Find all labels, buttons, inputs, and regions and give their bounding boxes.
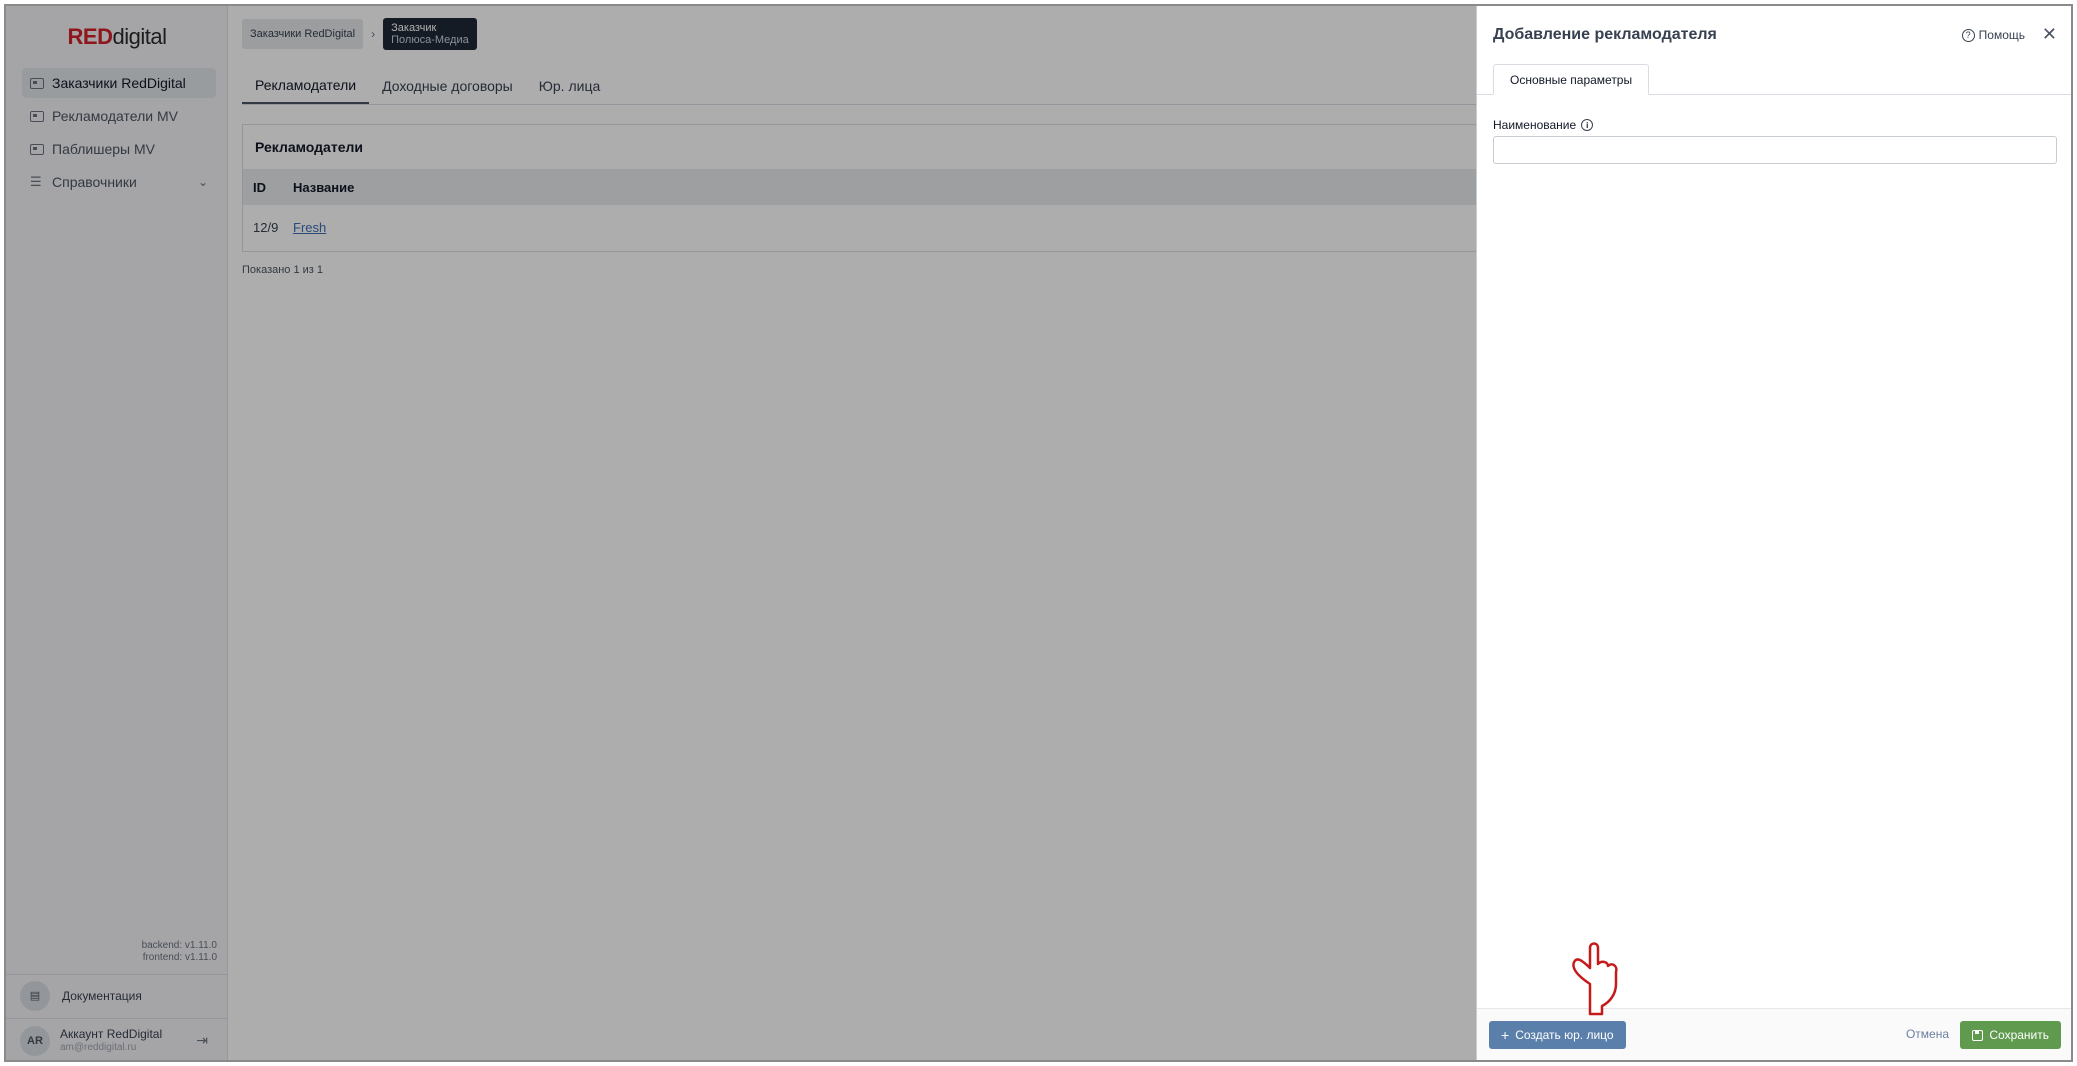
name-field-label: Наименование i — [1493, 118, 1594, 132]
modal-backdrop[interactable] — [6, 6, 1476, 1060]
hand-pointer-icon — [1572, 942, 1618, 1016]
save-icon — [1972, 1029, 1984, 1041]
tab-main-params[interactable]: Основные параметры — [1493, 64, 1650, 95]
save-label: Сохранить — [1989, 1028, 2049, 1042]
plus-icon: + — [1501, 1027, 1510, 1043]
create-legal-entity-button[interactable]: + Создать юр. лицо — [1489, 1021, 1626, 1049]
save-button[interactable]: Сохранить — [1960, 1021, 2061, 1049]
create-label: Создать юр. лицо — [1515, 1028, 1614, 1042]
name-input[interactable] — [1493, 136, 2057, 164]
info-icon[interactable]: i — [1581, 119, 1594, 131]
close-icon[interactable]: ✕ — [2042, 24, 2057, 45]
question-icon: ? — [1961, 28, 1975, 42]
drawer-footer: + Создать юр. лицо Отмена Сохранить — [1477, 1008, 2071, 1060]
cancel-button[interactable]: Отмена — [1906, 1027, 1949, 1041]
app-window: REDdigital Заказчики RedDigital Рекламод… — [4, 4, 2073, 1062]
help-label: Помощь — [1978, 28, 2025, 42]
add-advertiser-drawer: Добавление рекламодателя ? Помощь ✕ Осно… — [1476, 6, 2071, 1060]
name-label-text: Наименование — [1493, 118, 1577, 132]
drawer-title: Добавление рекламодателя — [1493, 26, 1717, 43]
help-link[interactable]: ? Помощь — [1961, 28, 2025, 42]
